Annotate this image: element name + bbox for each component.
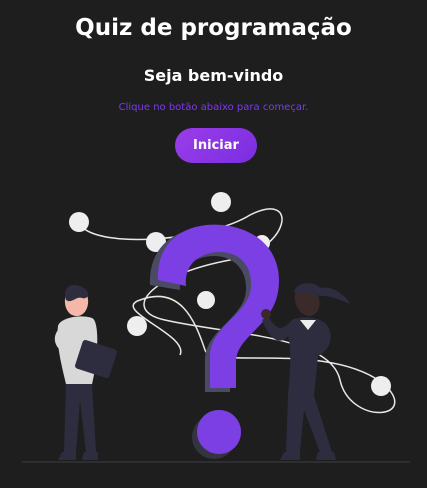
decorative-dot [371,376,391,396]
question-mark-icon [157,224,279,388]
question-mark-illustration [22,192,410,463]
quiz-start-screen: Quiz de programação Seja bem-vindo Cliqu… [0,0,427,488]
decorative-dot [127,316,147,336]
decorative-dot [69,212,89,232]
start-button[interactable]: Iniciar [175,128,257,163]
decorative-dot [197,291,215,309]
person-left [54,284,117,460]
decorative-dot [211,192,231,212]
start-hint-text: Clique no botão abaixo para começar. [118,102,309,113]
welcome-heading: Seja bem-vindo [143,66,284,85]
page-title: Quiz de programação [75,15,352,41]
